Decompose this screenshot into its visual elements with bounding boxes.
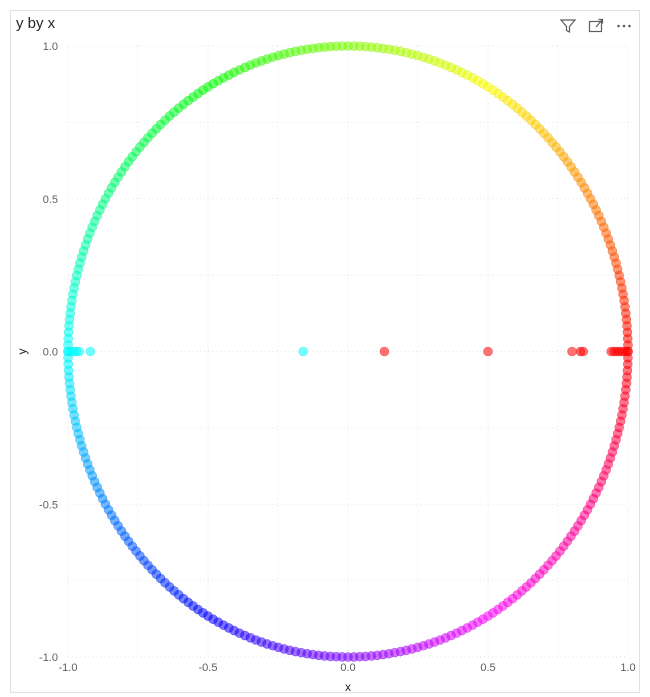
y-tick-label: -1.0 <box>39 652 58 664</box>
scatter-point[interactable] <box>578 346 589 357</box>
y-tick-label: -0.5 <box>39 499 58 511</box>
x-tick-label: -1.0 <box>59 662 78 674</box>
scatter-point[interactable] <box>379 346 390 357</box>
scatter-point[interactable] <box>298 346 309 357</box>
x-tick-label: 0.5 <box>480 662 495 674</box>
y-tick-label: 0.0 <box>43 347 58 359</box>
scatter-point[interactable] <box>74 346 84 357</box>
scatter-plot: -1.0 -0.5 0.0 0.5 1.0 -1.0 -0.5 0.0 0.5 1.0 x y <box>15 41 636 694</box>
x-tick-label: 1.0 <box>620 662 635 674</box>
x-axis-title: x <box>345 680 351 694</box>
x-tick-label: -0.5 <box>199 662 218 674</box>
y-tick-label: 0.5 <box>43 194 58 206</box>
scatter-point[interactable] <box>567 346 577 357</box>
scatter-point[interactable] <box>483 346 493 357</box>
scatter-point[interactable] <box>623 346 633 357</box>
y-axis-title: y <box>15 349 29 355</box>
scatter-point[interactable] <box>85 346 96 357</box>
x-tick-label: 0.0 <box>340 662 355 674</box>
y-tick-label: 1.0 <box>43 41 58 53</box>
